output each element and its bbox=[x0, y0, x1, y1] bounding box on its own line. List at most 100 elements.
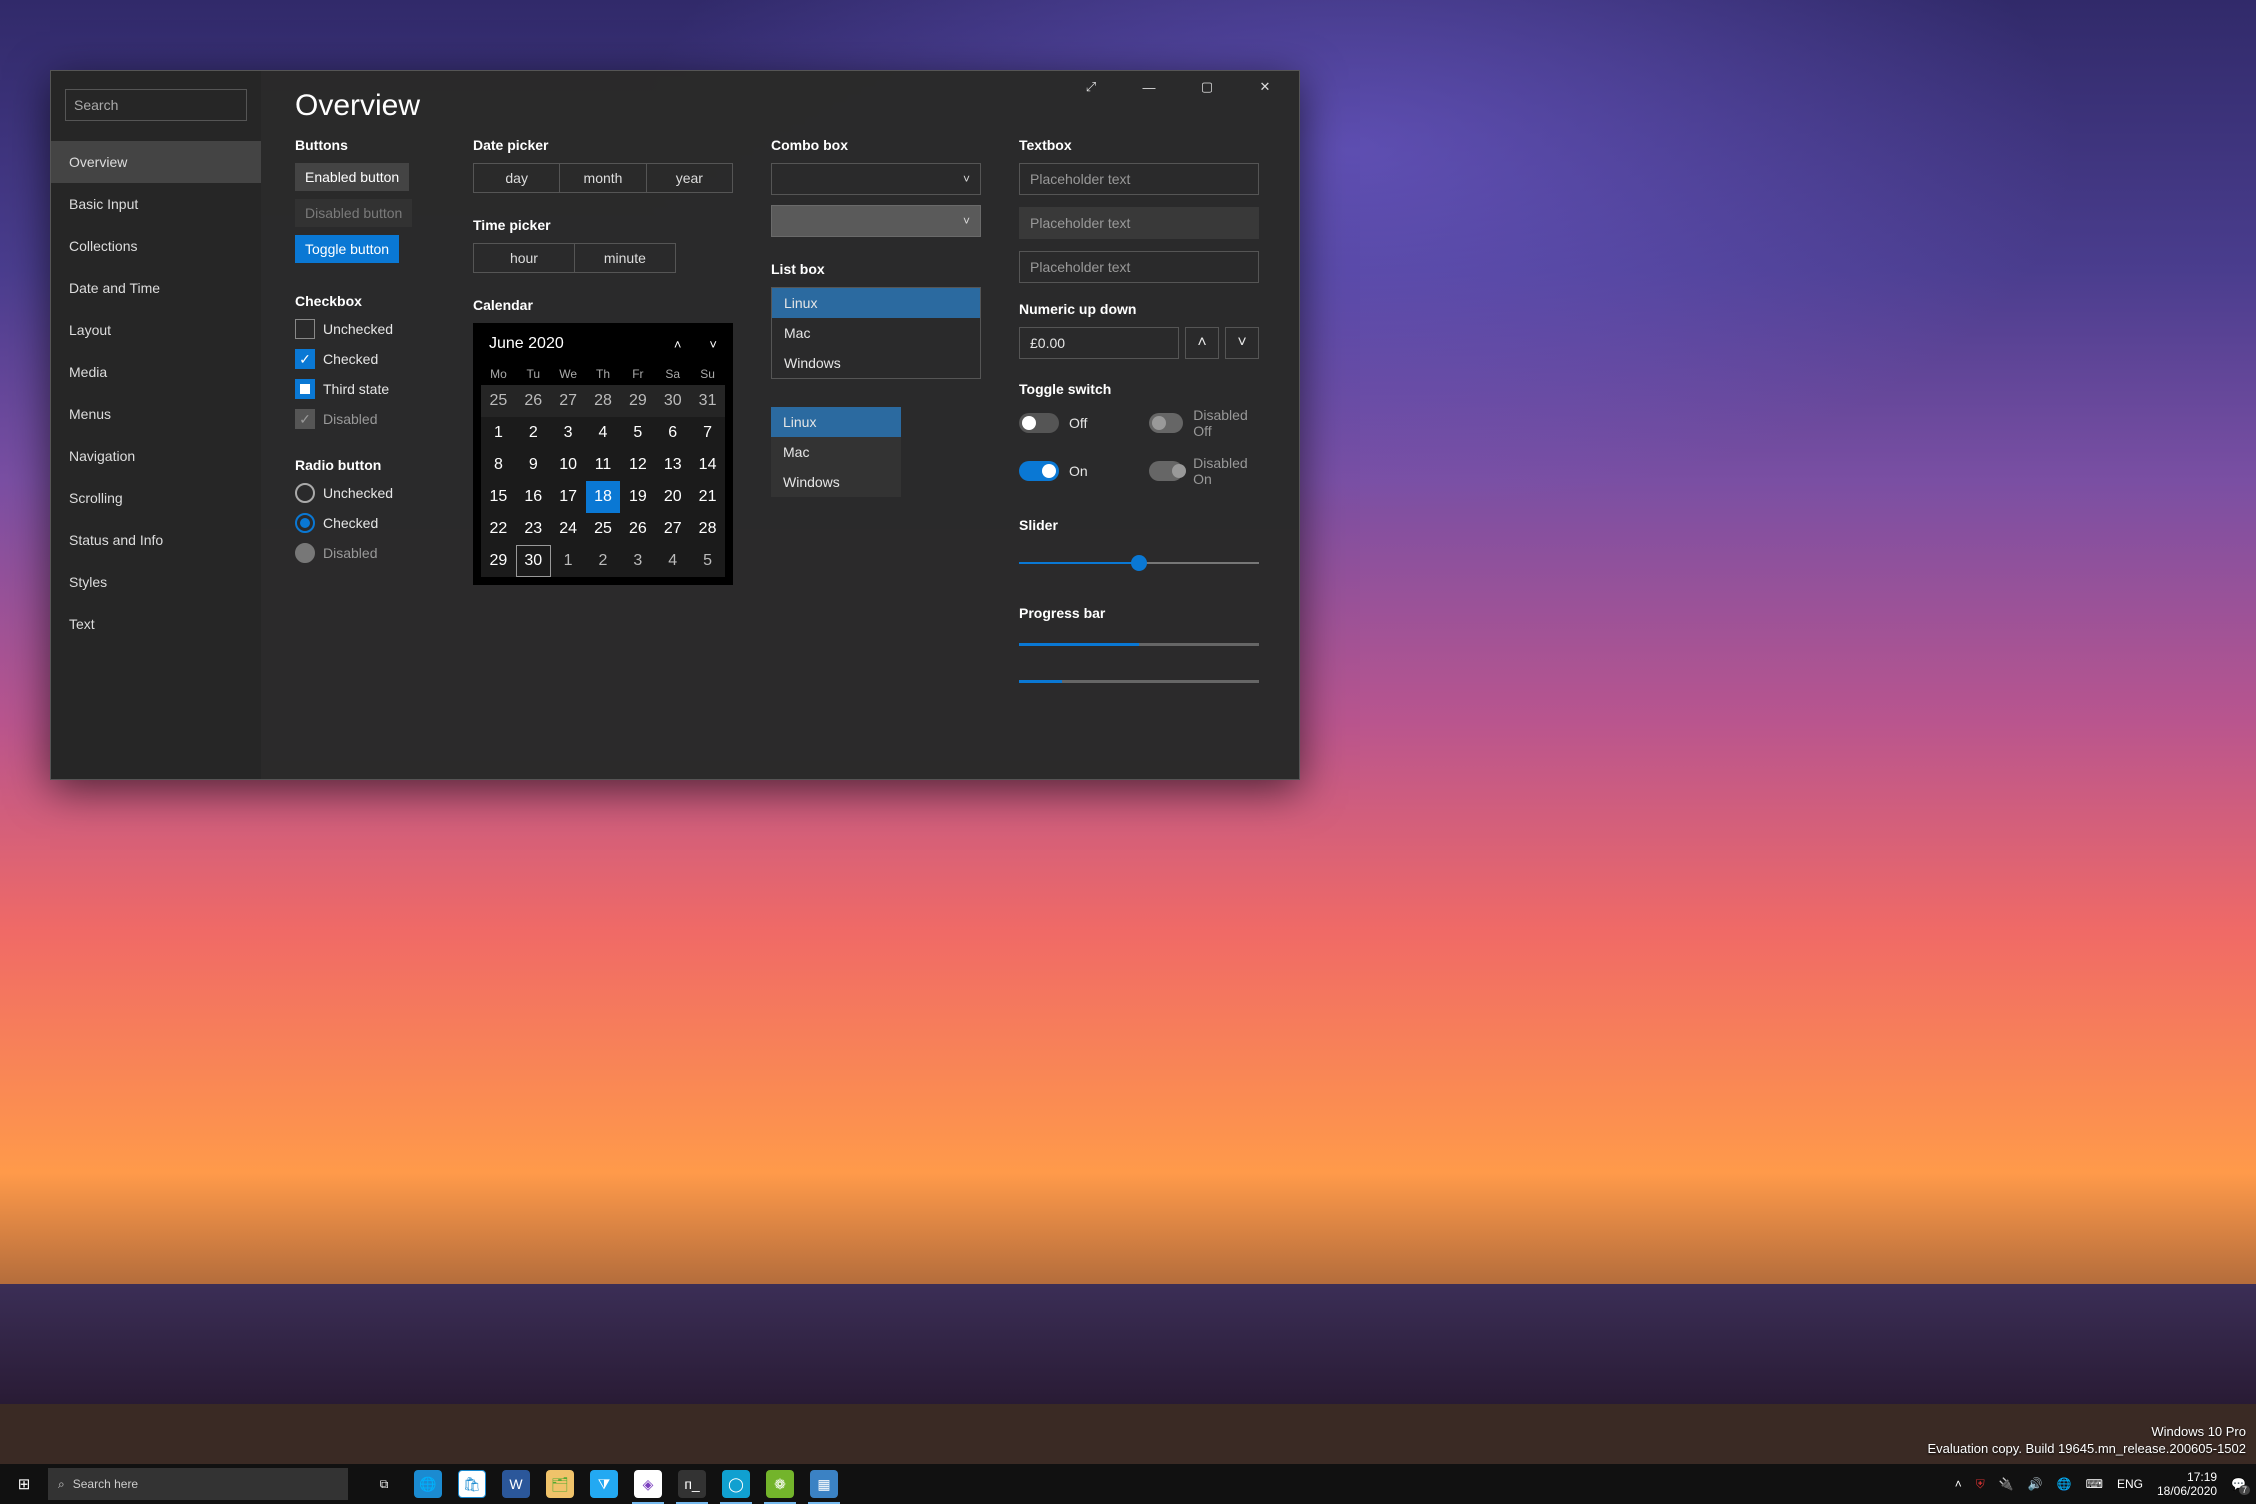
calendar-day[interactable]: 4 bbox=[586, 417, 621, 449]
tray-network-icon[interactable]: 🌐 bbox=[2057, 1477, 2072, 1491]
list-item[interactable]: Mac bbox=[771, 437, 901, 467]
sidebar-item-scrolling[interactable]: Scrolling bbox=[51, 477, 261, 519]
calendar-day[interactable]: 7 bbox=[690, 417, 725, 449]
calendar-day[interactable]: 6 bbox=[655, 417, 690, 449]
list-item[interactable]: Linux bbox=[771, 407, 901, 437]
taskbar-app-terminal[interactable]: п_ bbox=[670, 1464, 714, 1504]
sidebar-item-text[interactable]: Text bbox=[51, 603, 261, 645]
list-item[interactable]: Windows bbox=[772, 348, 980, 378]
radio-unchecked[interactable] bbox=[295, 483, 315, 503]
listbox[interactable]: LinuxMacWindows bbox=[771, 287, 981, 379]
taskbar-app-8[interactable]: ▦ bbox=[802, 1464, 846, 1504]
tray-language[interactable]: ENG bbox=[2117, 1477, 2143, 1491]
sidebar-item-overview[interactable]: Overview bbox=[51, 141, 261, 183]
tray-notifications-icon[interactable]: 💬7 bbox=[2231, 1477, 2246, 1491]
sidebar-item-collections[interactable]: Collections bbox=[51, 225, 261, 267]
calendar-day[interactable]: 1 bbox=[551, 545, 586, 577]
toggle-button[interactable]: Toggle button bbox=[295, 235, 399, 263]
calendar-day[interactable]: 1 bbox=[481, 417, 516, 449]
calendar-day[interactable]: 10 bbox=[551, 449, 586, 481]
slider-thumb[interactable] bbox=[1131, 555, 1147, 571]
textbox-3[interactable]: Placeholder text bbox=[1019, 251, 1259, 283]
calendar-day[interactable]: 17 bbox=[551, 481, 586, 513]
tray-security-icon[interactable]: ⛨ bbox=[1976, 1477, 1985, 1492]
time-picker-minute[interactable]: minute bbox=[575, 244, 675, 272]
calendar-day[interactable]: 25 bbox=[586, 513, 621, 545]
sidebar-item-date-and-time[interactable]: Date and Time bbox=[51, 267, 261, 309]
calendar[interactable]: June 2020 ˄ ˅ MoTuWeThFrSaSu252627282930… bbox=[473, 323, 733, 585]
sidebar-item-media[interactable]: Media bbox=[51, 351, 261, 393]
checkbox-checked[interactable]: ✓ bbox=[295, 349, 315, 369]
numeric-up-down[interactable]: £0.00 ˄ ˅ bbox=[1019, 327, 1259, 359]
checkbox-unchecked[interactable] bbox=[295, 319, 315, 339]
calendar-day[interactable]: 23 bbox=[516, 513, 551, 545]
calendar-day[interactable]: 2 bbox=[586, 545, 621, 577]
calendar-day[interactable]: 30 bbox=[655, 385, 690, 417]
calendar-day[interactable]: 20 bbox=[655, 481, 690, 513]
slider[interactable] bbox=[1019, 553, 1259, 573]
toggle-off[interactable] bbox=[1019, 413, 1059, 433]
sidebar-item-layout[interactable]: Layout bbox=[51, 309, 261, 351]
calendar-day[interactable]: 12 bbox=[620, 449, 655, 481]
time-picker-hour[interactable]: hour bbox=[474, 244, 575, 272]
calendar-day[interactable]: 29 bbox=[620, 385, 655, 417]
numeric-up-button[interactable]: ˄ bbox=[1185, 327, 1219, 359]
calendar-day[interactable]: 29 bbox=[481, 545, 516, 577]
taskbar-app-visualstudio[interactable]: ◈ bbox=[626, 1464, 670, 1504]
sidebar-item-basic-input[interactable]: Basic Input bbox=[51, 183, 261, 225]
tray-keyboard-icon[interactable]: ⌨ bbox=[2086, 1477, 2103, 1491]
calendar-day[interactable]: 8 bbox=[481, 449, 516, 481]
radio-checked[interactable] bbox=[295, 513, 315, 533]
date-picker-day[interactable]: day bbox=[474, 164, 560, 192]
calendar-day[interactable]: 28 bbox=[586, 385, 621, 417]
calendar-month-label[interactable]: June 2020 bbox=[489, 335, 564, 353]
numeric-value[interactable]: £0.00 bbox=[1019, 327, 1179, 359]
calendar-day[interactable]: 27 bbox=[655, 513, 690, 545]
calendar-day[interactable]: 27 bbox=[551, 385, 586, 417]
date-picker[interactable]: day month year bbox=[473, 163, 733, 193]
calendar-day[interactable]: 5 bbox=[690, 545, 725, 577]
calendar-day[interactable]: 9 bbox=[516, 449, 551, 481]
calendar-day[interactable]: 5 bbox=[620, 417, 655, 449]
calendar-day[interactable]: 16 bbox=[516, 481, 551, 513]
sidebar-item-menus[interactable]: Menus bbox=[51, 393, 261, 435]
checkbox-indeterminate[interactable] bbox=[295, 379, 315, 399]
task-view-button[interactable]: ⧉ bbox=[362, 1464, 406, 1504]
close-button[interactable]: ✕ bbox=[1245, 79, 1285, 95]
list-item[interactable]: Mac bbox=[772, 318, 980, 348]
date-picker-month[interactable]: month bbox=[560, 164, 646, 192]
combo-box[interactable]: ˅ bbox=[771, 163, 981, 195]
calendar-day[interactable]: 3 bbox=[620, 545, 655, 577]
tray-volume-icon[interactable]: 🔊 bbox=[2028, 1477, 2043, 1491]
taskbar-app-7[interactable]: ❁ bbox=[758, 1464, 802, 1504]
calendar-prev-icon[interactable]: ˄ bbox=[674, 337, 682, 352]
list-item[interactable]: Windows bbox=[771, 467, 901, 497]
taskbar-app-vscode[interactable]: ⧩ bbox=[582, 1464, 626, 1504]
tray-power-icon[interactable]: 🔌 bbox=[1999, 1477, 2014, 1491]
taskbar-search-input[interactable]: ⌕ Search here bbox=[48, 1468, 348, 1500]
calendar-day[interactable]: 28 bbox=[690, 513, 725, 545]
numeric-down-button[interactable]: ˅ bbox=[1225, 327, 1259, 359]
date-picker-year[interactable]: year bbox=[647, 164, 732, 192]
minimize-button[interactable]: — bbox=[1129, 80, 1169, 95]
calendar-day[interactable]: 18 bbox=[586, 481, 621, 513]
taskbar-app-edge[interactable]: 🌐 bbox=[406, 1464, 450, 1504]
calendar-day[interactable]: 26 bbox=[516, 385, 551, 417]
calendar-next-icon[interactable]: ˅ bbox=[709, 337, 717, 352]
calendar-day[interactable]: 13 bbox=[655, 449, 690, 481]
calendar-day[interactable]: 30 bbox=[516, 545, 551, 577]
time-picker[interactable]: hour minute bbox=[473, 243, 676, 273]
sidebar-item-navigation[interactable]: Navigation bbox=[51, 435, 261, 477]
taskbar-clock[interactable]: 17:19 18/06/2020 bbox=[2157, 1470, 2217, 1499]
listbox-small[interactable]: LinuxMacWindows bbox=[771, 407, 901, 497]
fullscreen-button[interactable]: ⤢ bbox=[1071, 79, 1111, 95]
calendar-day[interactable]: 11 bbox=[586, 449, 621, 481]
calendar-day[interactable]: 26 bbox=[620, 513, 655, 545]
taskbar-app-explorer[interactable]: 🗂 bbox=[538, 1464, 582, 1504]
toggle-on[interactable] bbox=[1019, 461, 1059, 481]
calendar-day[interactable]: 2 bbox=[516, 417, 551, 449]
taskbar-app-6[interactable]: ◯ bbox=[714, 1464, 758, 1504]
taskbar-app-word[interactable]: W bbox=[494, 1464, 538, 1504]
calendar-day[interactable]: 15 bbox=[481, 481, 516, 513]
tray-chevron-up-icon[interactable]: ˄ bbox=[1955, 1477, 1962, 1491]
